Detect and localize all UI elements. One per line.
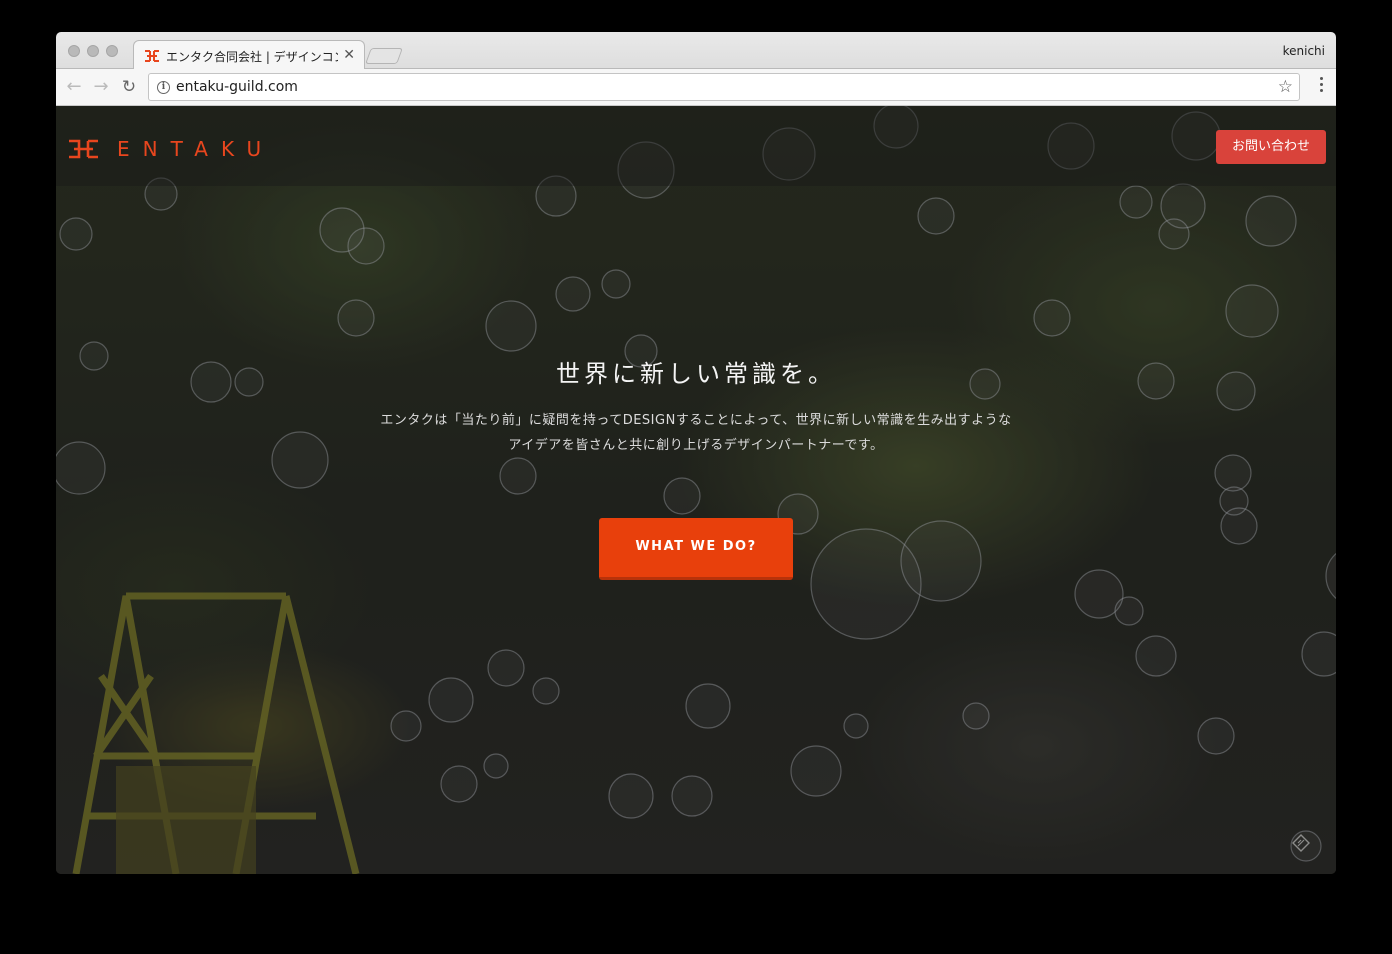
url-text[interactable]: entaku-guild.com xyxy=(176,79,298,95)
entaku-favicon-icon xyxy=(145,50,159,62)
site-header: ENTAKU お問い合わせ xyxy=(56,106,1336,186)
zoom-window-button[interactable] xyxy=(106,45,118,57)
contact-button[interactable]: お問い合わせ xyxy=(1216,130,1326,164)
forward-arrow-icon[interactable]: → xyxy=(91,77,111,97)
scroll-indicator-icon[interactable] xyxy=(1292,834,1310,852)
bookmark-star-icon[interactable]: ☆ xyxy=(1278,77,1293,97)
tab-strip: エンタク合同会社 | デザインコンサ ✕ kenichi xyxy=(56,32,1336,70)
address-bar[interactable]: i entaku-guild.com ☆ xyxy=(148,73,1300,101)
dark-overlay xyxy=(56,106,1336,874)
reload-icon[interactable]: ↻ xyxy=(119,77,139,97)
minimize-window-button[interactable] xyxy=(87,45,99,57)
tab-title: エンタク合同会社 | デザインコンサ xyxy=(166,50,338,64)
browser-menu-icon[interactable] xyxy=(1320,77,1324,97)
back-arrow-icon[interactable]: ← xyxy=(64,77,84,97)
close-window-button[interactable] xyxy=(68,45,80,57)
browser-toolbar: ← → ↻ i entaku-guild.com ☆ xyxy=(56,69,1336,106)
tab-close-icon[interactable]: ✕ xyxy=(343,46,355,64)
hero-title: 世界に新しい常識を。 xyxy=(556,360,836,388)
entaku-logo[interactable]: ENTAKU xyxy=(68,139,274,159)
logo-text: ENTAKU xyxy=(117,137,275,161)
what-we-do-button[interactable]: WHAT WE DO? xyxy=(599,518,793,580)
browser-window: エンタク合同会社 | デザインコンサ ✕ kenichi ← → ↻ i ent… xyxy=(56,32,1336,874)
hero-description: エンタクは「当たり前」に疑問を持ってDESIGNすることによって、世界に新しい常… xyxy=(380,413,1012,453)
entaku-logo-mark-icon xyxy=(69,139,98,159)
web-page: ENTAKU お問い合わせ 世界に新しい常識を。 エンタクは「当たり前」に疑問を… xyxy=(56,106,1336,874)
new-tab-button[interactable] xyxy=(365,48,403,64)
active-tab[interactable]: エンタク合同会社 | デザインコンサ ✕ xyxy=(133,40,365,70)
profile-name[interactable]: kenichi xyxy=(1283,44,1325,58)
site-info-icon[interactable]: i xyxy=(157,81,170,94)
